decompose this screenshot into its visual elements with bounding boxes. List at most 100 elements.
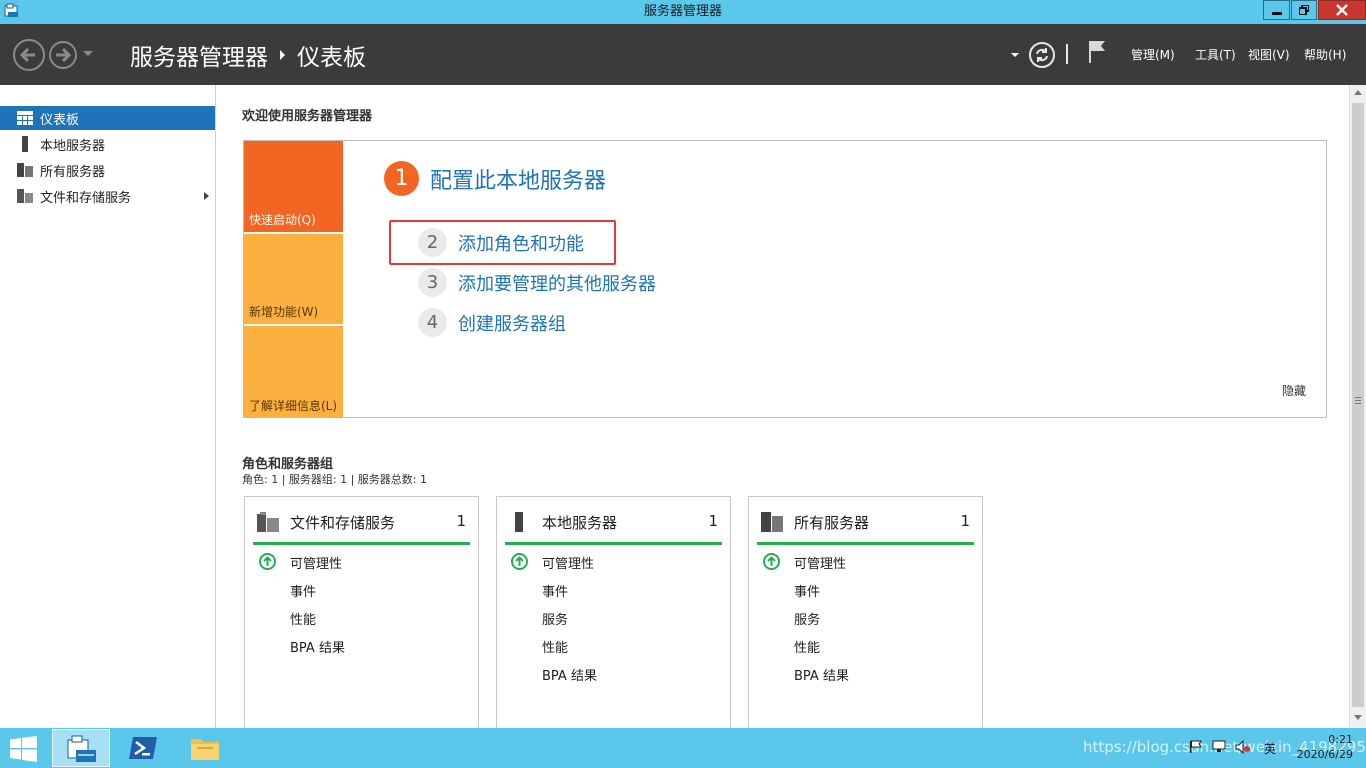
dashboard-grid-icon [16, 110, 34, 126]
step-link[interactable]: 添加要管理的其他服务器 [458, 270, 656, 296]
header-dropdown-icon[interactable] [1011, 53, 1019, 57]
card-row[interactable]: 可管理性 [794, 553, 846, 572]
sidebar-item-label: 所有服务器 [40, 164, 106, 180]
tile-label: 了解详细信息(L) [249, 399, 338, 413]
scroll-grip-icon [1355, 397, 1361, 398]
sidebar-item-dashboard[interactable]: 仪表板 [0, 106, 215, 130]
menu-tools[interactable]: 工具(T) [1195, 46, 1236, 63]
menu-view[interactable]: 视图(V) [1248, 46, 1290, 63]
welcome-panel: 快速启动(Q) 新增功能(W) 了解详细信息(L) 1 配置此本地服务器 2 添… [243, 140, 1327, 418]
highlight-annotation-box [389, 220, 616, 265]
server-manager-icon [67, 735, 96, 762]
hide-link[interactable]: 隐藏 [1282, 382, 1306, 399]
expand-arrow-icon[interactable] [204, 192, 209, 200]
role-card-file-storage[interactable]: 文件和存储服务 1 可管理性 事件 性能 BPA 结果 [244, 496, 479, 728]
tile-label: 新增功能(W) [249, 305, 319, 319]
card-count: 1 [456, 512, 466, 530]
role-card-local-server[interactable]: 本地服务器 1 可管理性 事件 服务 性能 BPA 结果 [496, 496, 731, 728]
status-up-arrow-icon [763, 553, 780, 570]
scroll-thumb[interactable] [1352, 103, 1364, 707]
role-card-all-servers[interactable]: 所有服务器 1 可管理性 事件 服务 性能 BPA 结果 [748, 496, 983, 728]
step-link[interactable]: 配置此本地服务器 [430, 163, 606, 195]
tile-learn-more[interactable]: 了解详细信息(L) [244, 326, 343, 418]
card-row[interactable]: 可管理性 [542, 553, 594, 572]
breadcrumb-root[interactable]: 服务器管理器 [130, 38, 268, 72]
sidebar-item-label: 仪表板 [40, 112, 80, 128]
card-count: 1 [960, 512, 970, 530]
step-number: 3 [418, 268, 447, 297]
close-icon [1336, 4, 1348, 16]
card-row[interactable]: 服务 [542, 609, 568, 628]
taskbar-clock[interactable]: 0:21 2020/6/29 [1289, 732, 1353, 762]
minimize-icon [1271, 12, 1282, 15]
step-configure-local-server[interactable]: 1 配置此本地服务器 [384, 161, 606, 196]
network-icon[interactable] [1211, 740, 1227, 754]
sidebar-item-file-storage[interactable]: 文件和存储服务 [0, 184, 215, 208]
status-up-arrow-icon [259, 553, 276, 570]
card-row[interactable]: 可管理性 [290, 553, 342, 572]
card-title[interactable]: 所有服务器 [794, 512, 869, 533]
card-row[interactable]: 事件 [290, 581, 316, 600]
tile-quick-start[interactable]: 快速启动(Q) [244, 141, 343, 232]
tile-label: 快速启动(Q) [249, 213, 316, 227]
window-title: 服务器管理器 [643, 4, 722, 19]
input-language-indicator[interactable]: 英 [1264, 740, 1276, 757]
menu-manage[interactable]: 管理(M) [1131, 46, 1175, 63]
taskbar-powershell[interactable] [114, 729, 172, 767]
taskbar-file-explorer[interactable] [176, 729, 234, 767]
status-up-arrow-icon [511, 553, 528, 570]
folder-icon [191, 739, 219, 760]
windows-start-icon[interactable] [10, 736, 38, 762]
minimize-button[interactable] [1263, 0, 1290, 20]
roles-summary: 角色: 1 | 服务器组: 1 | 服务器总数: 1 [242, 473, 428, 486]
sidebar-item-all-servers[interactable]: 所有服务器 [0, 158, 215, 182]
scroll-down-arrow-icon[interactable] [1354, 715, 1362, 720]
tile-whats-new[interactable]: 新增功能(W) [244, 234, 343, 324]
card-title[interactable]: 本地服务器 [542, 512, 617, 533]
vertical-scrollbar[interactable] [1349, 85, 1366, 728]
step-link[interactable]: 创建服务器组 [458, 310, 566, 336]
server-icon [515, 512, 523, 532]
breadcrumb-separator-icon [280, 50, 285, 60]
forward-button[interactable] [49, 41, 77, 69]
header-divider [1066, 44, 1068, 64]
speaker-muted-icon[interactable] [1235, 740, 1251, 754]
card-row[interactable]: 服务 [794, 609, 820, 628]
maximize-button[interactable] [1291, 0, 1317, 20]
action-center-flag-icon[interactable] [1189, 740, 1203, 754]
card-row[interactable]: 事件 [794, 581, 820, 600]
breadcrumb: 服务器管理器 仪表板 [130, 38, 366, 72]
step-create-server-group[interactable]: 4 创建服务器组 [418, 308, 566, 337]
sidebar-item-local-server[interactable]: 本地服务器 [0, 132, 215, 156]
step-add-servers[interactable]: 3 添加要管理的其他服务器 [418, 268, 656, 297]
history-dropdown-icon[interactable] [83, 51, 93, 56]
card-row[interactable]: 事件 [542, 581, 568, 600]
arrow-left-icon [19, 47, 35, 63]
card-row[interactable]: BPA 结果 [542, 665, 597, 684]
card-row[interactable]: BPA 结果 [290, 637, 345, 656]
welcome-heading: 欢迎使用服务器管理器 [242, 109, 373, 124]
roles-heading: 角色和服务器组 [242, 457, 334, 472]
card-row[interactable]: 性能 [542, 637, 568, 656]
arrow-right-icon [56, 47, 72, 63]
step-number: 4 [418, 308, 447, 337]
card-row[interactable]: 性能 [794, 637, 820, 656]
taskbar-server-manager[interactable] [52, 729, 110, 767]
refresh-button[interactable] [1029, 42, 1055, 68]
sidebar-item-label: 本地服务器 [40, 138, 106, 154]
server-icon [16, 136, 34, 152]
system-tray [1189, 740, 1251, 754]
storage-icon [16, 188, 34, 204]
card-row[interactable]: 性能 [290, 609, 316, 628]
card-title[interactable]: 文件和存储服务 [290, 512, 395, 533]
back-button[interactable] [13, 39, 45, 71]
close-button[interactable] [1318, 0, 1366, 20]
servers-icon [761, 512, 783, 532]
card-row[interactable]: BPA 结果 [794, 665, 849, 684]
notifications-flag-icon[interactable] [1087, 39, 1107, 65]
menu-help[interactable]: 帮助(H) [1304, 46, 1346, 63]
breadcrumb-current: 仪表板 [297, 45, 366, 71]
step-number: 1 [384, 161, 419, 196]
title-bar: 服务器管理器 [0, 0, 1366, 24]
scroll-up-arrow-icon[interactable] [1354, 90, 1362, 95]
